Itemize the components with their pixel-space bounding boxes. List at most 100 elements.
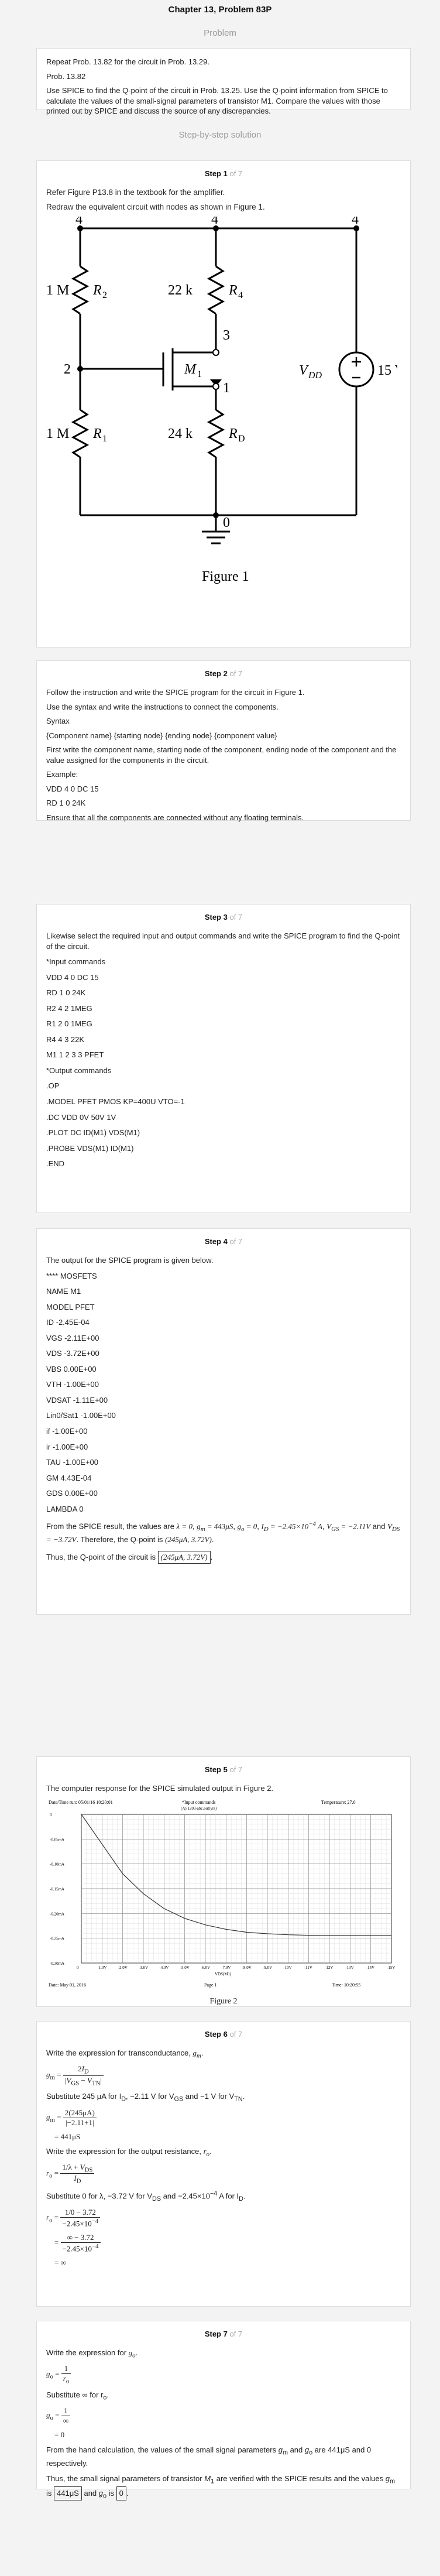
- output-line: VDS -3.72E+00: [46, 1349, 99, 1358]
- page: Chapter 13, Problem 83P Problem Repeat P…: [0, 0, 440, 2576]
- conclusion-text: Thus, the Q-point of the circuit is (245…: [46, 1550, 401, 1564]
- step-text: Use the syntax and write the instruction…: [46, 702, 279, 711]
- r2-value: 1 M: [46, 283, 69, 298]
- output-line: Lin0/Sat1 -1.00E+00: [46, 1411, 116, 1420]
- r2-name: R: [92, 283, 102, 298]
- step-7-card: Step 7 of 7 Write the expression for go.…: [36, 2321, 411, 2500]
- code-line: R1 2 0 1MEG: [46, 1019, 92, 1029]
- step-text: The output for the SPICE program is give…: [46, 1256, 214, 1265]
- output-line: GDS 0.00E+00: [46, 1489, 98, 1498]
- output-line: ir -1.00E+00: [46, 1442, 88, 1451]
- r4-value: 22 k: [168, 283, 192, 298]
- step-4-card: Step 4 of 7 The output for the SPICE pro…: [36, 1228, 411, 1615]
- x-tick-label: -10V: [283, 1965, 291, 1970]
- step-2-card: Step 2 of 7 Follow the instruction and w…: [36, 660, 411, 822]
- output-line: MODEL PFET: [46, 1302, 95, 1311]
- x-tick-label: -4.0V: [159, 1965, 169, 1970]
- r1-value: 1 M: [46, 426, 69, 441]
- step-text: VDD 4 0 DC 15: [46, 784, 99, 793]
- node-label: 1: [223, 381, 230, 396]
- output-line: LAMBDA 0: [46, 1504, 84, 1513]
- r2-sub: 2: [102, 290, 107, 300]
- node-label: 0: [223, 515, 230, 530]
- step-5-card: Step 5 of 7 The computer response for th…: [36, 1756, 411, 2007]
- x-tick-label: -9.0V: [263, 1965, 272, 1970]
- code-line: *Output commands: [46, 1066, 112, 1075]
- answer-box-go: 0: [116, 2486, 126, 2500]
- code-line: R4 4 3 22K: [46, 1034, 85, 1044]
- gm-equation: gm = 2ID |VGS − VTN|: [46, 2064, 401, 2087]
- step-text: Write the expression for go.: [46, 2348, 138, 2359]
- solution-heading: Step-by-step solution: [178, 130, 262, 140]
- ro-equation: ro = 1/λ + VDS ID: [46, 2163, 401, 2185]
- x-tick-label: -8.0V: [242, 1965, 252, 1970]
- figure-caption: Figure 2: [209, 1996, 238, 2006]
- step-text: Ensure that all the components are conne…: [46, 813, 304, 822]
- code-line: .PROBE VDS(M1) ID(M1): [46, 1143, 134, 1153]
- x-tick-label: -5.0V: [180, 1965, 190, 1970]
- rd-value: 24 k: [168, 426, 192, 441]
- x-tick-label: -11V: [304, 1965, 312, 1970]
- step-heading: Step 6 of 7: [204, 2030, 243, 2039]
- step-text: First write the component name, starting…: [46, 745, 397, 765]
- r1-sub: 1: [102, 434, 107, 444]
- code-line: R2 4 2 1MEG: [46, 1003, 92, 1013]
- spice-plot: Date/Time run: 05/01/16 10:20:01 *Input …: [46, 1797, 402, 1991]
- circuit-figure: 4 4 4 2 3 1 0 1 M R 2 1 M R 1 22 k R 4 2…: [46, 217, 397, 584]
- ro-step: = ∞ − 3.72 −2.45×10−4: [46, 2233, 401, 2253]
- step-text: Likewise select the required input and o…: [46, 931, 400, 951]
- code-line: RD 1 0 24K: [46, 988, 86, 998]
- x-tick-label: -7.0V: [221, 1965, 231, 1970]
- output-line: NAME M1: [46, 1287, 81, 1296]
- problem-line: Use SPICE to find the Q-point of the cir…: [46, 86, 388, 116]
- step-6-card: Step 6 of 7 Write the expression for tra…: [36, 2021, 411, 2307]
- go-result: = 0: [54, 2430, 65, 2439]
- output-line: VTH -1.00E+00: [46, 1380, 99, 1389]
- step-3-card: Step 3 of 7 Likewise select the required…: [36, 904, 411, 1213]
- x-tick-label: 0: [77, 1965, 79, 1970]
- code-line: VDD 4 0 DC 15: [46, 972, 99, 982]
- ro-substituted: ro = 1/0 − 3.72 −2.45×10−4: [46, 2208, 401, 2228]
- step-text: Thus, the small signal parameters of tra…: [46, 2474, 396, 2500]
- plot-footer-right: Time: 10:20:55: [332, 1982, 360, 1988]
- step-heading: Step 7 of 7: [204, 2330, 243, 2338]
- vdd-sub: DD: [308, 371, 322, 381]
- step-text: RD 1 0 24K: [46, 799, 86, 808]
- rd-name: R: [228, 426, 238, 441]
- output-line: VGS -2.11E+00: [46, 1333, 99, 1342]
- r1-name: R: [92, 426, 102, 441]
- step-text: Write the expression for transconductanc…: [46, 2049, 204, 2060]
- problem-line: Repeat Prob. 13.82 for the circuit in Pr…: [46, 57, 209, 66]
- step-text: Example:: [46, 770, 78, 779]
- code-line: .END: [46, 1159, 65, 1169]
- code-line: .PLOT DC ID(M1) VDS(M1): [46, 1128, 140, 1138]
- step-text: Substitute 0 for λ, −3.72 V for VDS and …: [46, 2190, 246, 2202]
- step-heading: Step 1 of 7: [204, 169, 243, 178]
- code-line: .MODEL PFET PMOS KP=400U VTO=-1: [46, 1097, 185, 1107]
- step-text: Syntax: [46, 717, 70, 726]
- x-tick-label: -1.0V: [97, 1965, 106, 1970]
- figure-caption: Figure 1: [202, 569, 249, 584]
- x-tick-label: -14V: [366, 1965, 374, 1970]
- node-label: 4: [211, 217, 218, 227]
- output-line: VBS 0.00E+00: [46, 1364, 97, 1373]
- y-tick-label: -0.10mA: [50, 1862, 64, 1866]
- step-text: The computer response for the SPICE simu…: [46, 1784, 274, 1793]
- plot-footer-left: Date: May 01, 2016: [49, 1982, 86, 1988]
- x-tick-label: -13V: [345, 1965, 353, 1970]
- node-label: 2: [64, 362, 71, 377]
- step-text: From the hand calculation, the values of…: [46, 2445, 372, 2468]
- step-1-card: Step 1 of 7 Refer Figure P13.8 in the te…: [36, 160, 411, 648]
- vdd-name: V: [299, 363, 309, 378]
- vdd-value: 15 V: [377, 363, 397, 378]
- y-tick-label: -0.25mA: [50, 1936, 64, 1941]
- step-text: Substitute 245 μA for ID, −2.11 V for VG…: [46, 2092, 245, 2103]
- plot-header-left: Date/Time run: 05/01/16 10:20:01: [49, 1800, 113, 1805]
- result-text: From the SPICE result, the values are λ …: [46, 1520, 400, 1544]
- m1-name: M: [184, 362, 197, 377]
- plot-legend: (A) 1203-abc.out(vrs): [181, 1806, 217, 1811]
- output-line: TAU -1.00E+00: [46, 1458, 99, 1467]
- ro-result: = ∞: [54, 2258, 66, 2267]
- x-tick-label: -6.0V: [201, 1965, 210, 1970]
- node-label: 3: [223, 328, 230, 343]
